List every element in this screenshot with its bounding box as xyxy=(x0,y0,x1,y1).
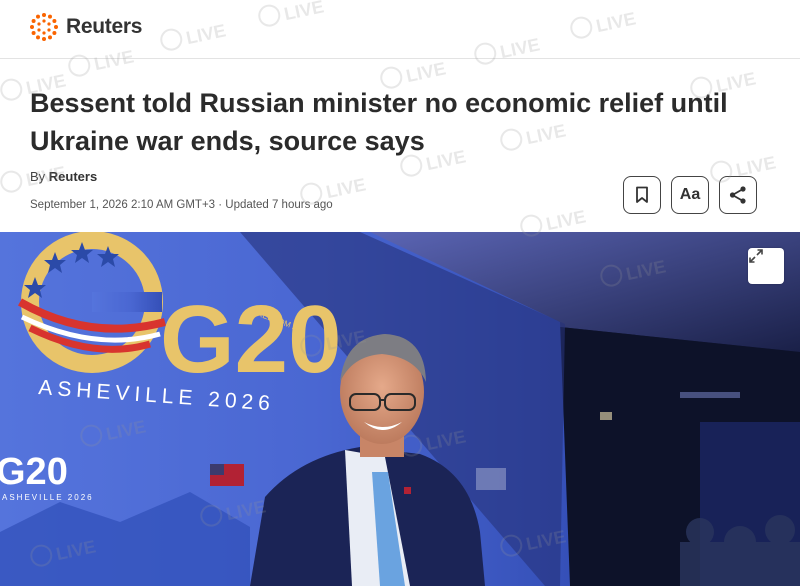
article-headline: Bessent told Russian minister no economi… xyxy=(30,88,728,156)
byline-prefix: By xyxy=(30,169,46,184)
text-size-label: Aa xyxy=(679,186,701,203)
g20-big-text: G20 xyxy=(160,286,341,393)
share-icon xyxy=(729,186,746,204)
expand-icon xyxy=(749,249,763,263)
g20-small-text: G20 xyxy=(0,451,68,493)
bookmark-button[interactable] xyxy=(623,176,661,214)
text-size-button[interactable]: Aa xyxy=(671,176,709,214)
share-button[interactable] xyxy=(719,176,757,214)
reuters-logo[interactable]: Reuters xyxy=(28,10,142,44)
bookmark-icon xyxy=(636,186,648,203)
brand-name: Reuters xyxy=(66,15,143,38)
expand-photo-button[interactable] xyxy=(748,248,784,284)
asheville-small-text: ASHEVILLE 2026 xyxy=(2,493,94,502)
byline: By Reuters xyxy=(30,169,97,184)
article-actions: Aa xyxy=(623,176,757,214)
article-dateline: September 1, 2026 2:10 AM GMT+3 · Update… xyxy=(30,199,333,211)
top-bar: Reuters xyxy=(0,0,800,59)
reuters-logo-icon xyxy=(30,13,58,41)
photo-scene: G20 ASHEVILLE 2026 FREEDOM 250 G20 ASHEV… xyxy=(0,232,800,586)
author-link[interactable]: Reuters xyxy=(49,169,97,184)
article-photo[interactable]: G20 ASHEVILLE 2026 FREEDOM 250 G20 ASHEV… xyxy=(0,232,800,586)
